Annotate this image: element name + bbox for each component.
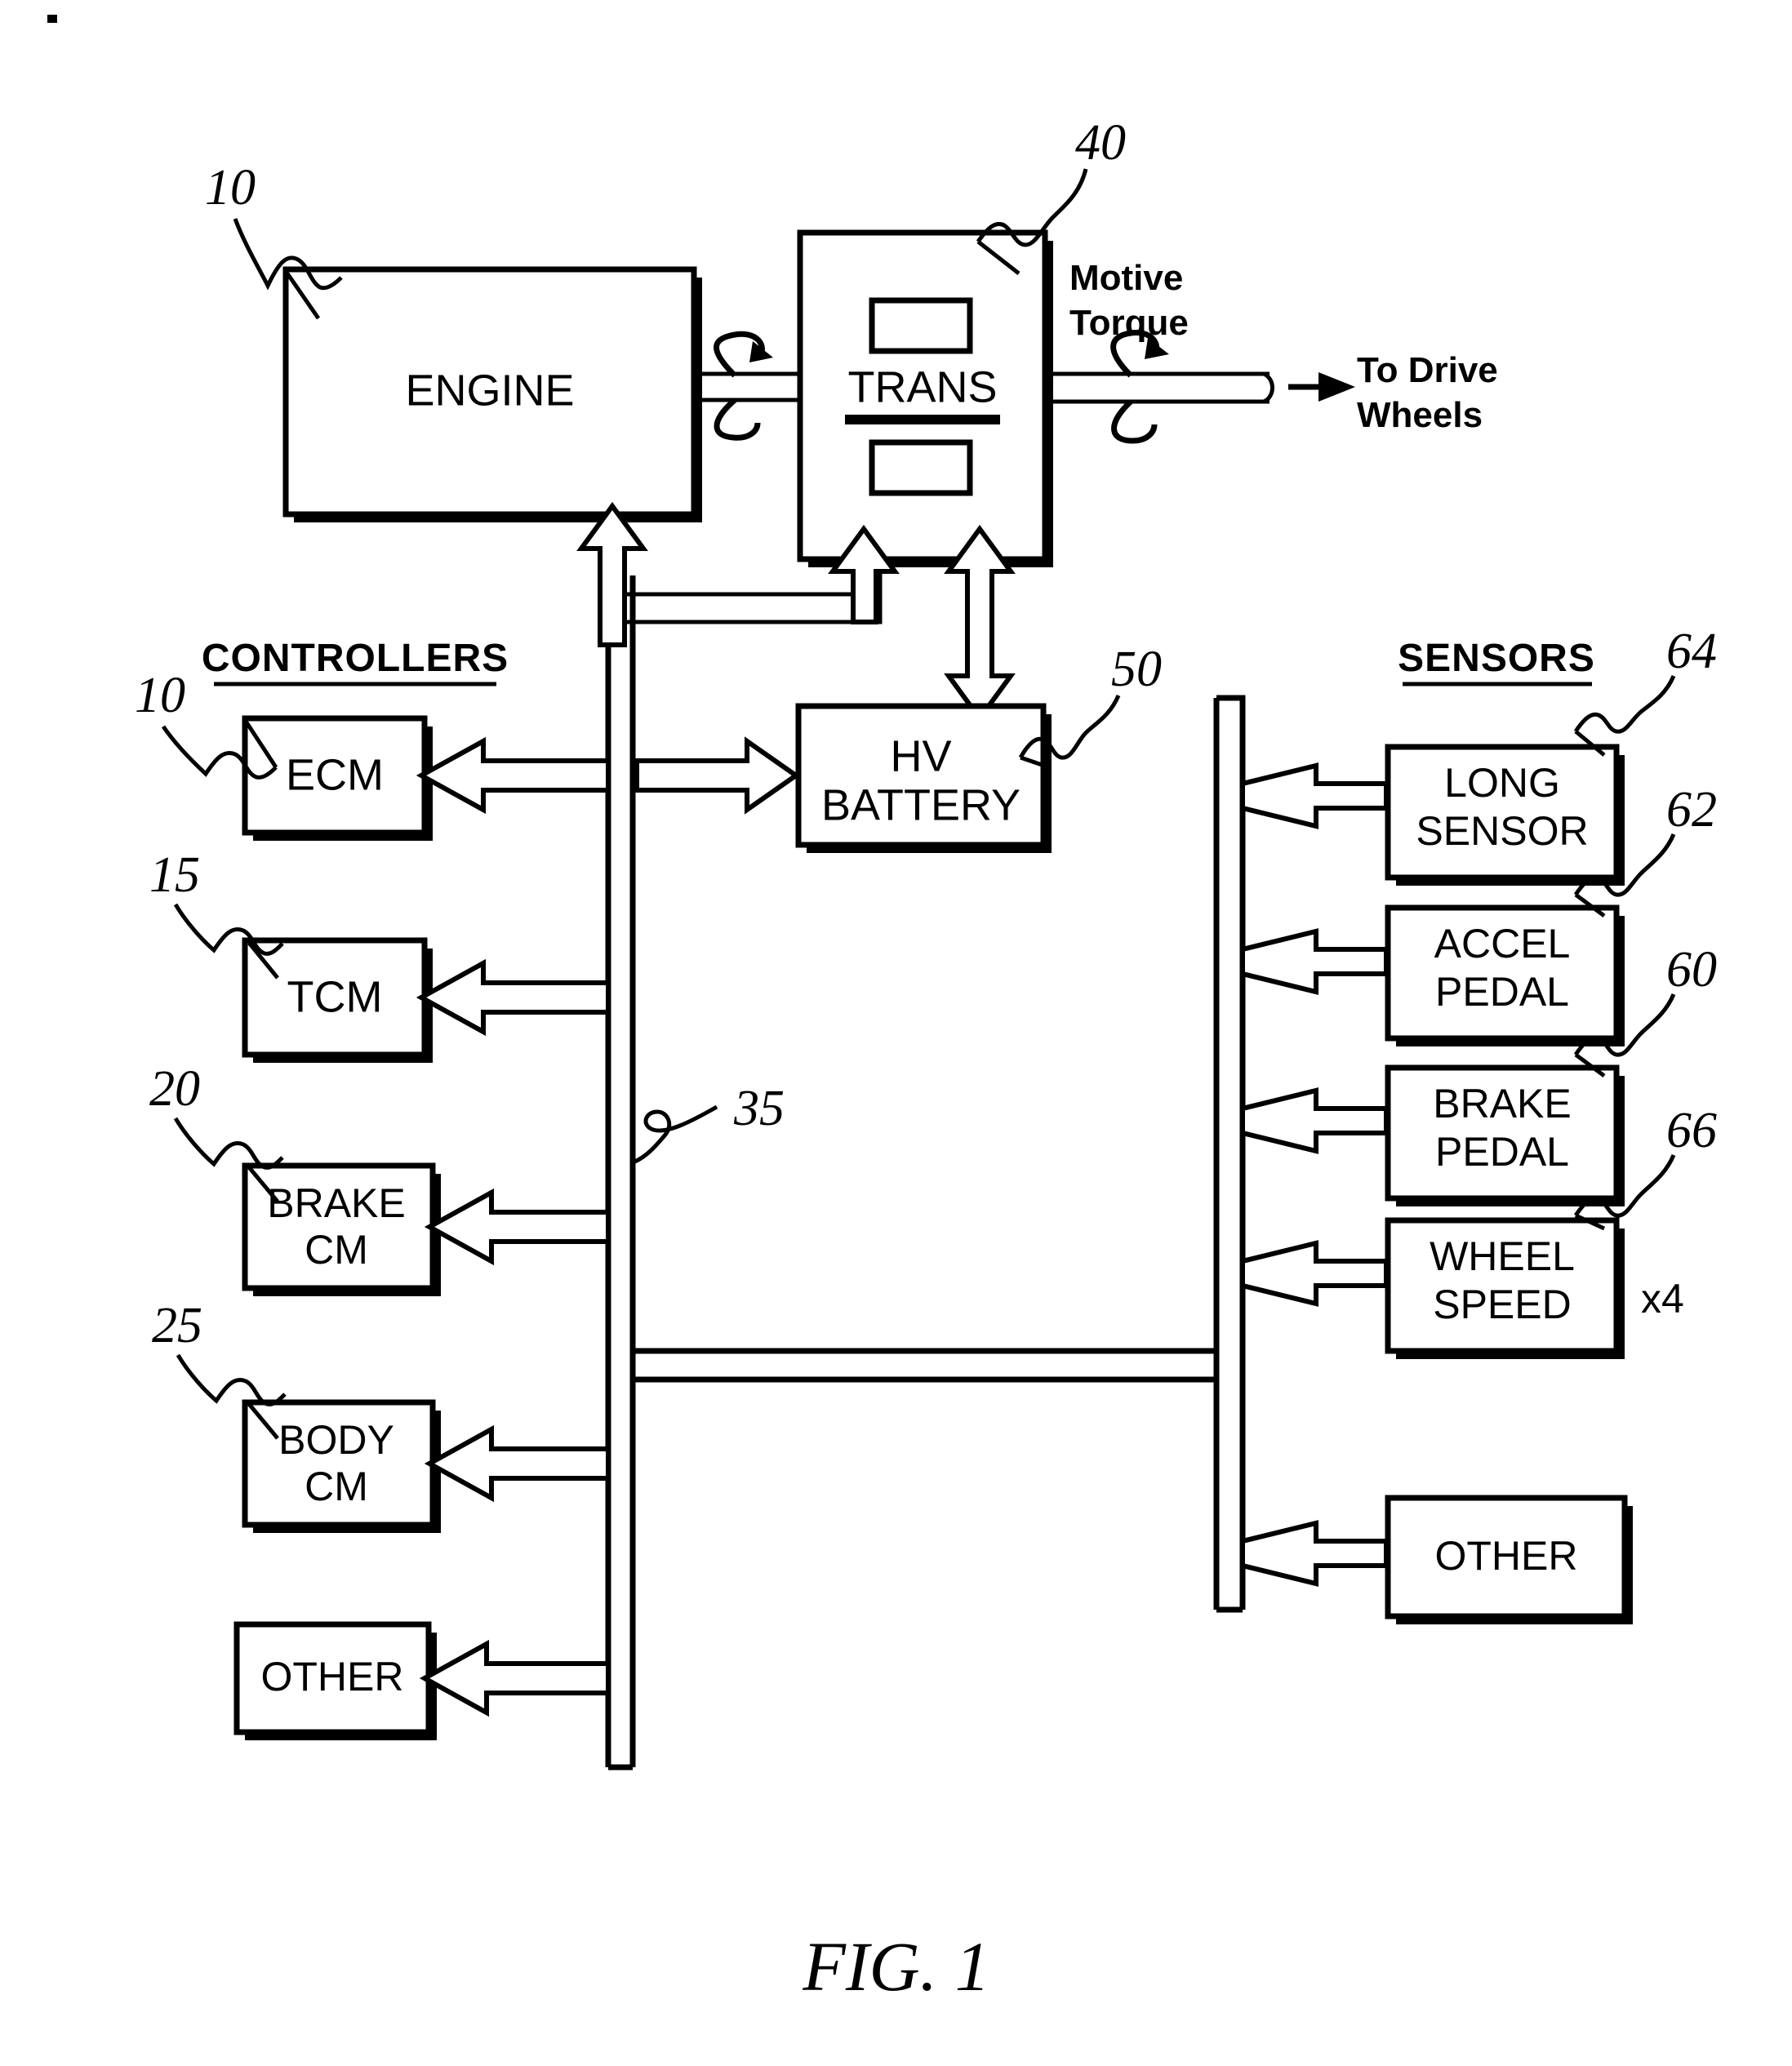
ref-number-25: 25 xyxy=(152,1298,202,1353)
engine-block[interactable]: ENGINE xyxy=(282,266,702,522)
bus-branch-engine xyxy=(625,571,883,624)
ref-64-leader xyxy=(1573,674,1676,757)
sensor-other[interactable]: OTHER xyxy=(1385,1495,1633,1624)
ref-number-62: 62 xyxy=(1666,782,1717,838)
sensor-long-sensor[interactable]: LONG SENSOR xyxy=(1385,744,1625,886)
sensors-header-text: SENSORS xyxy=(1398,637,1595,680)
transmission-block[interactable]: TRANS xyxy=(797,229,1053,567)
ref-number-50: 50 xyxy=(1111,642,1162,697)
trans-underline xyxy=(845,415,1000,424)
bus-to-body-cm-arrow xyxy=(424,1424,611,1503)
output-shaft xyxy=(1045,330,1355,444)
controller-body-cm[interactable]: BODY CM xyxy=(242,1399,441,1533)
controller-body-cm-label-line2: CM xyxy=(305,1464,368,1509)
drive-wheels-line1: To Drive xyxy=(1357,350,1498,390)
trans-upper-gear-rect xyxy=(869,297,973,354)
ref-number-15: 15 xyxy=(149,847,200,903)
ref-number-35: 35 xyxy=(733,1081,785,1136)
bus-to-battery-arrow xyxy=(634,736,801,815)
controller-brake-cm[interactable]: BRAKE CM xyxy=(242,1162,441,1296)
sensors-header: SENSORS xyxy=(1398,637,1595,686)
controller-ecm[interactable]: ECM xyxy=(242,715,433,841)
sensor-long-sensor-label-line2: SENSOR xyxy=(1416,808,1588,854)
ref-number-40: 40 xyxy=(1075,115,1126,171)
sensor-brake-pedal-label-line1: BRAKE xyxy=(1433,1081,1572,1126)
ref-number-10: 10 xyxy=(135,668,185,723)
sensor-other-label: OTHER xyxy=(1435,1533,1578,1579)
ref-number-60: 60 xyxy=(1666,942,1717,997)
sensor-wheel-speed-label-line2: SPEED xyxy=(1433,1282,1572,1327)
controller-body-cm-label-line1: BODY xyxy=(278,1417,394,1463)
ref-number-20: 20 xyxy=(149,1061,200,1117)
sensor-long-sensor-label-line1: LONG xyxy=(1444,760,1560,806)
ref-number-64: 64 xyxy=(1666,624,1717,679)
wheel-speed-to-bus-arrow xyxy=(1240,1240,1389,1307)
sensor-bus xyxy=(1213,695,1246,1613)
hv-battery-block[interactable]: HV BATTERY xyxy=(795,703,1052,853)
controller-ecm-label: ECM xyxy=(286,750,384,799)
controller-brake-cm-label-line1: BRAKE xyxy=(267,1180,406,1226)
ref-35-leader xyxy=(629,1104,718,1166)
bus-to-brake-cm-arrow xyxy=(424,1188,611,1266)
hv-battery-label-line1: HV xyxy=(890,731,951,780)
trans-label: TRANS xyxy=(847,362,997,411)
controller-brake-cm-label-line2: CM xyxy=(305,1227,368,1273)
bus-to-tcm-arrow xyxy=(416,958,611,1037)
figure-1-block-diagram: ENGINE 10 TRANS 40 Motive Torque To Driv… xyxy=(47,15,1717,2006)
page-speck xyxy=(47,15,57,23)
ref-number-66: 66 xyxy=(1666,1103,1717,1158)
controller-tcm-label: TCM xyxy=(287,972,383,1021)
motive-torque-line1: Motive xyxy=(1069,258,1183,298)
motive-torque-line2: Torque xyxy=(1069,303,1189,343)
controllers-header-text: CONTROLLERS xyxy=(202,637,509,680)
trans-battery-power-arrow xyxy=(944,524,1016,723)
sensor-brake-pedal[interactable]: BRAKE PEDAL xyxy=(1385,1064,1625,1206)
long-sensor-to-bus-arrow xyxy=(1240,762,1389,829)
trans-lower-gear-rect xyxy=(869,439,973,496)
ref-20-leader xyxy=(173,1117,284,1203)
figure-caption: FIG. 1 xyxy=(802,1927,989,2006)
ref-25-leader xyxy=(176,1353,287,1440)
brake-pedal-to-bus-arrow xyxy=(1240,1087,1389,1154)
sensor-wheel-speed-label-line1: WHEEL xyxy=(1430,1233,1575,1279)
ref-number-30: 10 xyxy=(205,160,256,215)
engine-trans-shaft xyxy=(694,331,800,441)
bus-to-ecm-arrow xyxy=(416,736,611,815)
sensor-wheel-speed[interactable]: WHEEL SPEED xyxy=(1385,1217,1625,1359)
controller-other-label: OTHER xyxy=(261,1654,404,1699)
sensor-accel-pedal-label-line2: PEDAL xyxy=(1435,969,1569,1015)
controller-other[interactable]: OTHER xyxy=(233,1621,437,1740)
sensor-brake-pedal-label-line2: PEDAL xyxy=(1435,1129,1569,1175)
wheel-speed-quantity: x4 xyxy=(1641,1276,1684,1322)
controllers-header: CONTROLLERS xyxy=(202,637,509,686)
sensor-accel-pedal-label-line1: ACCEL xyxy=(1434,921,1571,966)
accel-pedal-to-bus-arrow xyxy=(1240,928,1389,995)
hv-battery-label-line2: BATTERY xyxy=(821,780,1021,829)
controller-tcm[interactable]: TCM xyxy=(242,937,433,1063)
other-sensor-to-bus-arrow xyxy=(1240,1520,1389,1587)
bus-to-other-controller-arrow xyxy=(419,1639,611,1717)
drive-wheels-line2: Wheels xyxy=(1357,395,1483,435)
sensor-accel-pedal[interactable]: ACCEL PEDAL xyxy=(1385,904,1625,1046)
engine-label: ENGINE xyxy=(405,366,574,415)
